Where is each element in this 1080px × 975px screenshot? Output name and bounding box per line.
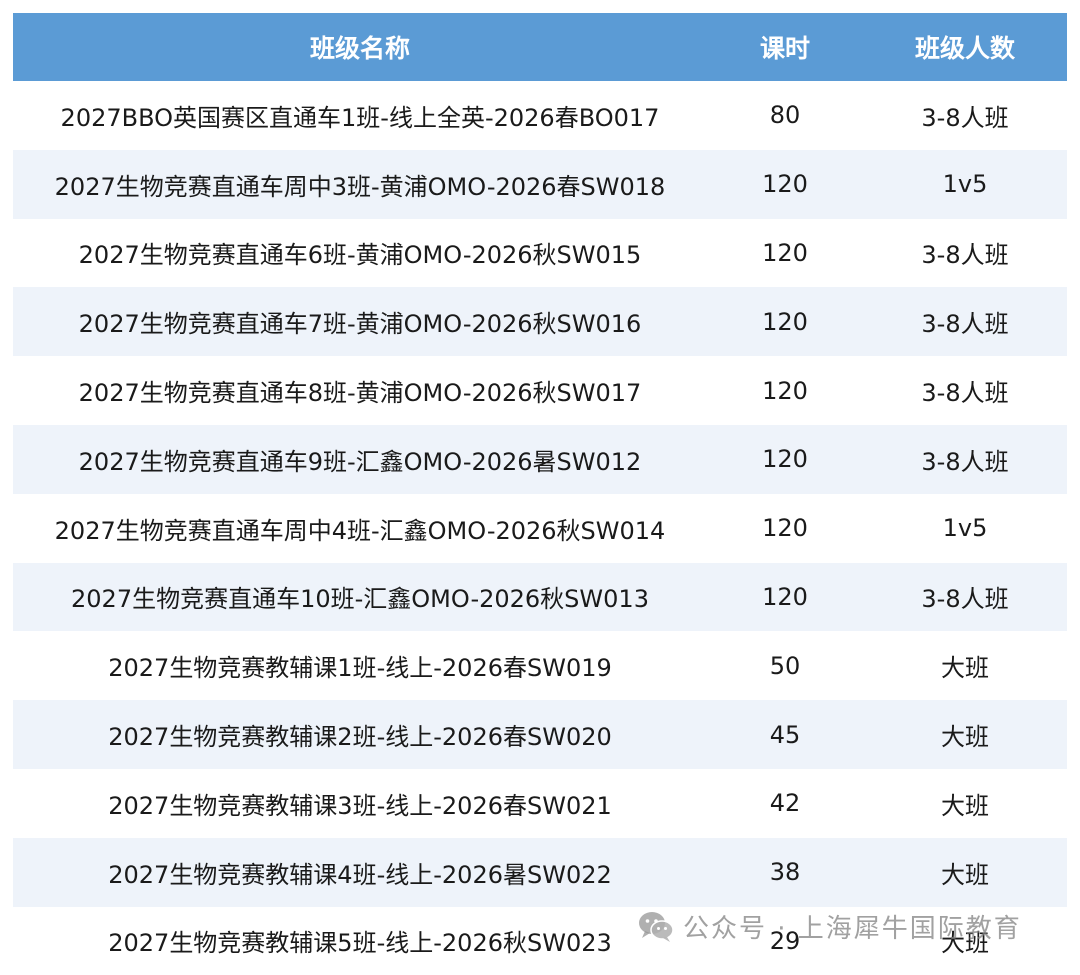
class-size-cell: 3-8人班 — [921, 585, 1009, 614]
class-name-cell: 2027BBO英国赛区直通车1班-线上全英-2026春BO017 — [60, 103, 660, 132]
class-name-cell: 2027生物竞赛直通车8班-黄浦OMO-2026秋SW017 — [78, 379, 642, 408]
hours-cell: 120 — [762, 582, 808, 611]
class-name-cell: 2027生物竞赛教辅课5班-线上-2026秋SW023 — [108, 929, 612, 958]
class-name-cell: 2027生物竞赛直通车7班-黄浦OMO-2026秋SW016 — [78, 310, 642, 339]
class-size-cell: 3-8人班 — [921, 103, 1009, 132]
class-name-cell: 2027生物竞赛教辅课2班-线上-2026春SW020 — [108, 723, 612, 752]
table-row: 2027生物竞赛直通车7班-黄浦OMO-2026秋SW016 120 3-8人班 — [13, 287, 1067, 357]
table-header: 班级名称 课时 班级人数 — [13, 13, 1067, 81]
class-name-cell: 2027生物竞赛直通车10班-汇鑫OMO-2026秋SW013 — [71, 585, 649, 614]
table-row: 2027BBO英国赛区直通车1班-线上全英-2026春BO017 80 3-8人班 — [13, 81, 1067, 150]
hours-cell: 50 — [769, 651, 801, 680]
hours-cell: 120 — [762, 445, 808, 474]
table-row: 2027生物竞赛直通车10班-汇鑫OMO-2026秋SW013 120 3-8人班 — [13, 562, 1067, 632]
class-size-cell: 大班 — [941, 654, 989, 683]
class-size-cell: 大班 — [941, 723, 989, 752]
class-size-cell: 3-8人班 — [921, 310, 1009, 339]
table-row: 2027生物竞赛直通车6班-黄浦OMO-2026秋SW015 120 3-8人班 — [13, 219, 1067, 288]
table-row: 2027生物竞赛直通车8班-黄浦OMO-2026秋SW017 120 3-8人班 — [13, 356, 1067, 425]
class-table: 班级名称 课时 班级人数 2027BBO英国赛区直通车1班-线上全英-2026春… — [13, 13, 1067, 975]
hours-cell: 29 — [769, 926, 801, 955]
hours-cell: 120 — [762, 307, 808, 336]
class-size-cell: 大班 — [941, 860, 989, 889]
hours-cell: 38 — [769, 858, 801, 887]
table-body: 2027BBO英国赛区直通车1班-线上全英-2026春BO017 80 3-8人班 2… — [13, 81, 1067, 975]
header-class-size: 班级人数 — [914, 34, 1015, 63]
hours-cell: 120 — [762, 238, 808, 267]
class-size-cell: 3-8人班 — [921, 379, 1009, 408]
header-hours: 课时 — [759, 34, 810, 63]
class-size-cell: 大班 — [941, 791, 989, 820]
table-row: 2027生物竞赛教辅课5班-线上-2026秋SW023 29 大班 — [13, 907, 1067, 975]
class-size-cell: 1v5 — [942, 170, 988, 199]
hours-cell: 45 — [769, 720, 801, 749]
class-size-cell: 大班 — [941, 929, 989, 958]
table-row: 2027生物竞赛教辅课1班-线上-2026春SW019 50 大班 — [13, 631, 1067, 700]
header-class-name: 班级名称 — [309, 34, 410, 63]
table-row: 2027生物竞赛教辅课2班-线上-2026春SW020 45 大班 — [13, 700, 1067, 769]
class-size-cell: 3-8人班 — [921, 241, 1009, 270]
hours-cell: 120 — [762, 514, 808, 543]
class-name-cell: 2027生物竞赛教辅课3班-线上-2026春SW021 — [108, 791, 612, 820]
table-row: 2027生物竞赛教辅课3班-线上-2026春SW021 42 大班 — [13, 769, 1067, 838]
class-name-cell: 2027生物竞赛教辅课1班-线上-2026春SW019 — [108, 654, 612, 683]
class-size-cell: 3-8人班 — [921, 447, 1009, 476]
class-name-cell: 2027生物竞赛直通车周中4班-汇鑫OMO-2026秋SW014 — [54, 516, 666, 545]
class-name-cell: 2027生物竞赛直通车周中3班-黄浦OMO-2026春SW018 — [54, 172, 666, 201]
table-row: 2027生物竞赛直通车9班-汇鑫OMO-2026暑SW012 120 3-8人班 — [13, 424, 1067, 494]
table-row: 2027生物竞赛直通车周中4班-汇鑫OMO-2026秋SW014 120 1v5 — [13, 494, 1067, 563]
hours-cell: 120 — [762, 170, 808, 199]
class-name-cell: 2027生物竞赛教辅课4班-线上-2026暑SW022 — [108, 860, 612, 889]
hours-cell: 120 — [762, 376, 808, 405]
class-size-cell: 1v5 — [942, 514, 988, 543]
class-name-cell: 2027生物竞赛直通车9班-汇鑫OMO-2026暑SW012 — [78, 447, 642, 476]
table-row: 2027生物竞赛直通车周中3班-黄浦OMO-2026春SW018 120 1v5 — [13, 149, 1067, 219]
table-row: 2027生物竞赛教辅课4班-线上-2026暑SW022 38 大班 — [13, 837, 1067, 907]
hours-cell: 42 — [769, 789, 801, 818]
class-name-cell: 2027生物竞赛直通车6班-黄浦OMO-2026秋SW015 — [78, 241, 642, 270]
hours-cell: 80 — [769, 101, 801, 130]
